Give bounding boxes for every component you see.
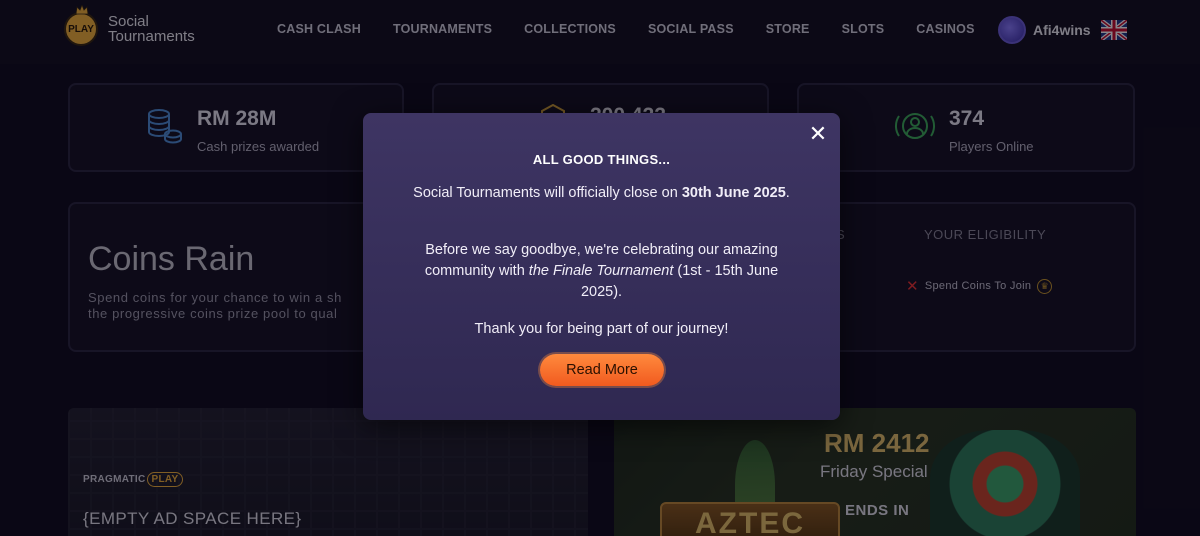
modal-title: ALL GOOD THINGS... — [532, 152, 671, 167]
modal-p2-tournament: the Finale Tournament — [528, 263, 674, 279]
modal-p1-date: 30th June 2025 — [681, 185, 786, 201]
read-more-button[interactable]: Read More — [540, 354, 664, 386]
modal-paragraph-1: Social Tournaments will officially close… — [413, 185, 790, 201]
modal-paragraph-2: Before we say goodbye, we're celebrating… — [403, 240, 800, 303]
modal-paragraph-3: Thank you for being part of our journey! — [474, 321, 729, 337]
announcement-modal: ✕ ALL GOOD THINGS... Social Tournaments … — [363, 113, 840, 420]
modal-p1-text: Social Tournaments will officially close… — [413, 185, 678, 201]
close-icon[interactable]: ✕ — [808, 123, 828, 145]
